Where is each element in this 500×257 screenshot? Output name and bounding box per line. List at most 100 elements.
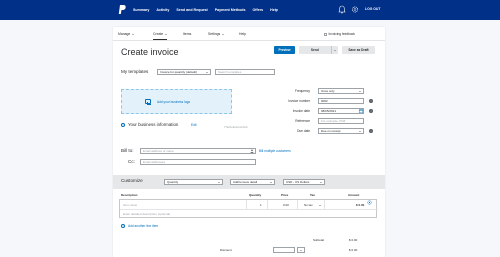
tab-items[interactable]: Items	[183, 32, 191, 36]
send-button[interactable]: Send	[299, 46, 338, 54]
row-divider	[297, 200, 298, 209]
quantity-select[interactable]: Quantity	[164, 179, 223, 185]
tab-help-label: Help	[239, 32, 246, 36]
col-tax: Tax	[310, 193, 315, 197]
discount-input[interactable]	[273, 247, 295, 253]
tab-create[interactable]: Create	[153, 32, 167, 40]
due-date-value: Due on receipt	[321, 129, 341, 133]
frequency-select[interactable]: Once only	[318, 88, 364, 94]
template-search-placeholder: Search templates	[218, 70, 242, 74]
chevron-down-icon	[131, 33, 134, 35]
chevron-down-icon	[300, 250, 302, 252]
business-name: TheSolutionsClub	[224, 125, 248, 129]
chevron-down-icon	[221, 33, 224, 35]
row-divider	[267, 200, 268, 209]
tab-manage[interactable]: Manage	[118, 32, 134, 36]
nav-help[interactable]: Help	[270, 6, 278, 14]
subtotal-label: Subtotal	[313, 238, 325, 242]
tab-create-label: Create	[153, 32, 164, 36]
col-description: Description	[121, 193, 138, 197]
bill-multiple-link[interactable]: Bill multiple customers	[259, 149, 291, 153]
item-name-input[interactable]: Item name	[123, 203, 137, 207]
logo-upload-area[interactable]: Add your business logo	[121, 89, 232, 114]
image-icon	[145, 99, 151, 105]
top-navigation-bar: Summary Activity Send and Request Paymen…	[0, 0, 500, 20]
add-line-icon[interactable]: +	[121, 223, 125, 228]
due-date-label: Due date	[297, 129, 310, 133]
item-description-input[interactable]: Enter detailed description (optional)	[123, 212, 170, 216]
bill-to-label: Bill to:	[121, 148, 134, 153]
nav-payment-methods[interactable]: Payment Methods	[215, 6, 246, 14]
info-icon[interactable]: i	[369, 99, 373, 103]
send-options-dropdown[interactable]	[331, 49, 338, 51]
templates-label: My templates	[121, 69, 149, 74]
reference-placeholder: For example, PO#	[321, 119, 346, 123]
tab-help[interactable]: Help	[239, 32, 246, 36]
discount-type-select[interactable]	[297, 247, 305, 253]
chevron-down-icon	[319, 204, 321, 206]
due-date-select[interactable]: Due on receipt	[318, 128, 364, 134]
item-quantity-input[interactable]: 1	[260, 203, 262, 207]
cc-input[interactable]: Email addresses	[140, 159, 256, 165]
detail-select[interactable]: Add/remove detail	[230, 179, 275, 185]
tab-items-label: Items	[183, 32, 192, 36]
tab-manage-label: Manage	[118, 32, 131, 36]
bill-to-placeholder: Email address or name	[143, 149, 174, 153]
invoice-subnav: Manage Create Items Settings Help Invoic…	[113, 27, 385, 41]
tab-settings-label: Settings	[208, 32, 221, 36]
chevron-down-icon	[333, 49, 336, 51]
currency-select[interactable]: USD - US Dollars	[283, 179, 325, 185]
gear-icon[interactable]	[351, 5, 359, 14]
settings-icon[interactable]	[367, 200, 372, 205]
tab-settings[interactable]: Settings	[208, 32, 224, 36]
row-divider	[246, 200, 247, 209]
frequency-label: Frequency	[294, 89, 310, 93]
invoice-number-label: Invoice number	[288, 99, 310, 103]
template-select-value: Invoice for quantity (default)	[160, 70, 198, 74]
reference-input[interactable]: For example, PO#	[318, 118, 364, 124]
item-tax-select[interactable]: No tax	[304, 203, 313, 207]
invoice-number-input[interactable]: 0002	[318, 98, 364, 104]
info-icon[interactable]: i	[369, 129, 373, 133]
item-price-input[interactable]: 0.00	[283, 203, 289, 207]
add-line-link[interactable]: Add another line item	[128, 224, 158, 228]
bell-icon[interactable]	[338, 5, 346, 14]
col-quantity: Quantity	[249, 193, 262, 197]
calendar-icon[interactable]	[359, 109, 363, 113]
subtotal-value: $ 0.00	[349, 238, 358, 242]
business-edit-link[interactable]: Edit	[191, 123, 197, 127]
logout-link[interactable]: LOG OUT	[365, 7, 380, 11]
invoice-date-value: 08/05/2021	[321, 109, 337, 113]
nav-summary[interactable]: Summary	[133, 6, 149, 14]
contact-icon[interactable]	[250, 149, 254, 153]
save-draft-button[interactable]: Save as Draft	[342, 46, 375, 54]
add-business-info-icon[interactable]: +	[121, 122, 125, 127]
template-select[interactable]: Invoice for quantity (default)	[157, 69, 211, 75]
preview-button[interactable]: Preview	[274, 46, 295, 54]
invoice-date-input[interactable]: 08/05/2021	[318, 108, 364, 114]
page-title: Create invoice	[121, 47, 179, 57]
chevron-down-icon	[320, 182, 322, 184]
table-row: Item name 1 0.00 No tax $ 0.00 Enter det…	[119, 199, 378, 218]
chevron-down-icon	[164, 33, 167, 35]
invoice-card: Manage Create Items Settings Help Invoic…	[113, 27, 385, 257]
business-info-label: Your business information	[128, 122, 179, 127]
template-search-input[interactable]: Search templates	[215, 69, 275, 75]
nav-offers[interactable]: Offers	[253, 6, 264, 14]
nav-activity[interactable]: Activity	[156, 6, 169, 14]
customize-label: Customize	[121, 178, 143, 183]
chevron-down-icon	[270, 182, 272, 184]
invoicing-feedback[interactable]: Invoicing feedback	[324, 32, 355, 36]
chevron-down-icon	[359, 131, 361, 133]
chevron-down-icon	[206, 72, 208, 74]
feedback-checkbox[interactable]	[324, 32, 327, 36]
bill-to-input[interactable]: Email address or name	[140, 148, 256, 154]
invoice-number-value: 0002	[321, 99, 328, 103]
discount-label: Discount	[220, 248, 232, 252]
nav-send-and-request[interactable]: Send and Request	[176, 6, 207, 14]
quantity-select-value: Quantity	[167, 180, 179, 184]
cc-label: Cc:	[128, 159, 135, 164]
invoice-date-label: Invoice date	[292, 109, 310, 113]
info-icon[interactable]: i	[369, 109, 373, 113]
paypal-logo-icon[interactable]	[118, 5, 126, 14]
